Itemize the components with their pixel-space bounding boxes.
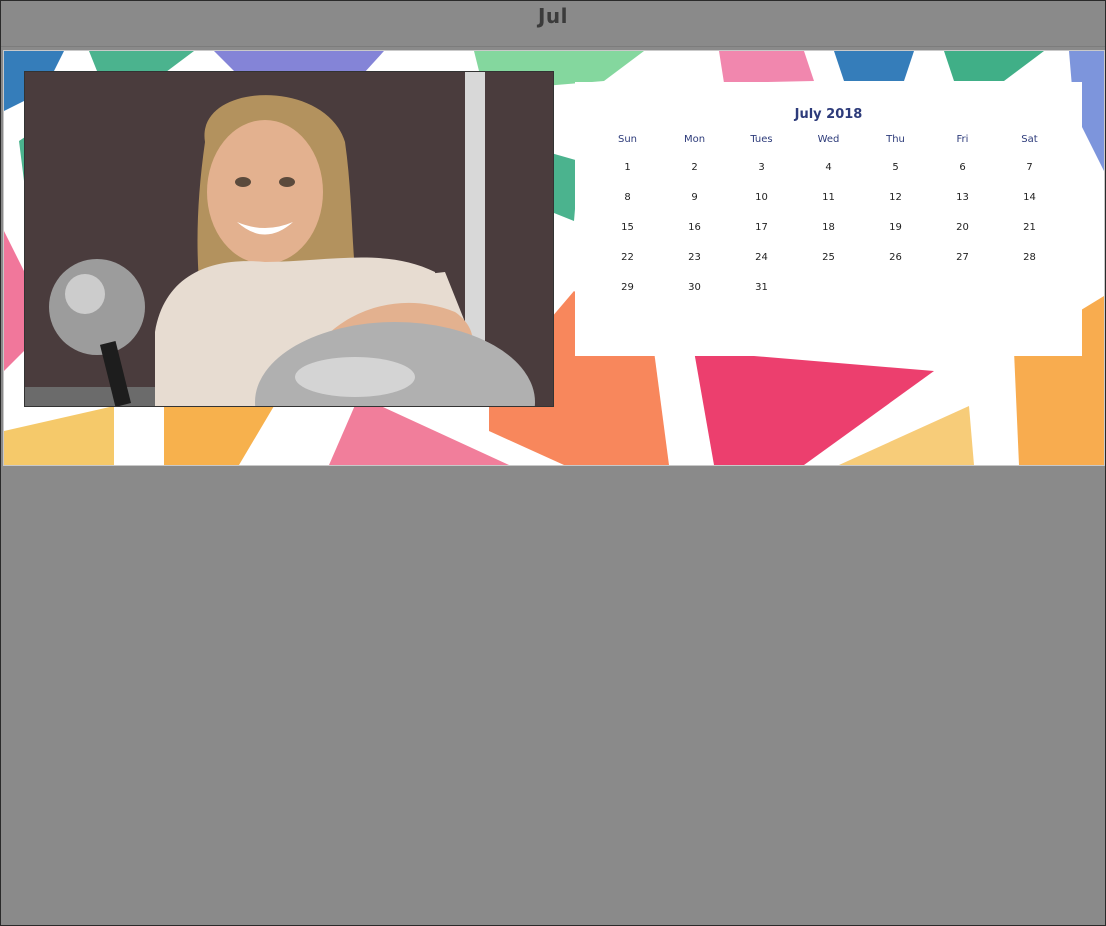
calendar-day[interactable]: 1 — [594, 153, 661, 183]
calendar-day[interactable]: 30 — [661, 273, 728, 303]
calendar-day[interactable]: 24 — [728, 243, 795, 273]
weekday-header: Sun — [617, 134, 638, 145]
calendar-day[interactable]: 31 — [728, 273, 795, 303]
calendar-day[interactable]: 9 — [661, 183, 728, 213]
calendar-day[interactable]: 16 — [661, 213, 728, 243]
weekday-header: Mon — [683, 134, 706, 145]
calendar-day[interactable]: 20 — [929, 213, 996, 243]
weekday-header: Fri — [956, 134, 969, 145]
calendar-month-title: July 2018 — [794, 107, 863, 122]
calendar-day[interactable] — [795, 273, 862, 303]
calendar-day[interactable]: 18 — [795, 213, 862, 243]
calendar-day[interactable]: 3 — [728, 153, 795, 183]
calendar-day[interactable] — [929, 273, 996, 303]
header-divider — [1, 46, 1105, 47]
calendar-page[interactable]: July 2018 Sun Mon Tues Wed Thu Fri Sat 1… — [3, 50, 1105, 466]
calendar-grid: Sun Mon Tues Wed Thu Fri Sat 1 2 3 4 5 6… — [594, 130, 1063, 303]
calendar-day[interactable]: 25 — [795, 243, 862, 273]
calendar-day[interactable]: 15 — [594, 213, 661, 243]
calendar-day[interactable]: 13 — [929, 183, 996, 213]
calendar-day[interactable]: 7 — [996, 153, 1063, 183]
calendar-panel: July 2018 Sun Mon Tues Wed Thu Fri Sat 1… — [575, 82, 1082, 356]
calendar-day[interactable]: 6 — [929, 153, 996, 183]
portrait-photo-illustration — [25, 72, 553, 406]
calendar-day[interactable]: 29 — [594, 273, 661, 303]
calendar-day[interactable]: 26 — [862, 243, 929, 273]
calendar-day[interactable]: 2 — [661, 153, 728, 183]
calendar-day[interactable]: 14 — [996, 183, 1063, 213]
calendar-photo[interactable] — [24, 71, 554, 407]
calendar-day[interactable]: 27 — [929, 243, 996, 273]
calendar-day[interactable] — [862, 273, 929, 303]
calendar-day[interactable]: 19 — [862, 213, 929, 243]
app-window: Jul July 2018 Sun Mon Tues Wed Thu Fri S… — [0, 0, 1106, 926]
calendar-day[interactable]: 28 — [996, 243, 1063, 273]
calendar-day[interactable]: 11 — [795, 183, 862, 213]
calendar-day[interactable]: 8 — [594, 183, 661, 213]
page-title: Jul — [537, 4, 569, 28]
weekday-header: Thu — [886, 134, 905, 145]
calendar-day[interactable] — [996, 273, 1063, 303]
calendar-day[interactable]: 4 — [795, 153, 862, 183]
calendar-day[interactable]: 12 — [862, 183, 929, 213]
weekday-header: Tues — [750, 134, 773, 145]
weekday-header: Wed — [817, 134, 840, 145]
calendar-day[interactable]: 10 — [728, 183, 795, 213]
calendar-day[interactable]: 5 — [862, 153, 929, 183]
calendar-day[interactable]: 17 — [728, 213, 795, 243]
calendar-day[interactable]: 23 — [661, 243, 728, 273]
weekday-header: Sat — [1021, 134, 1038, 145]
calendar-day[interactable]: 21 — [996, 213, 1063, 243]
calendar-day[interactable]: 22 — [594, 243, 661, 273]
